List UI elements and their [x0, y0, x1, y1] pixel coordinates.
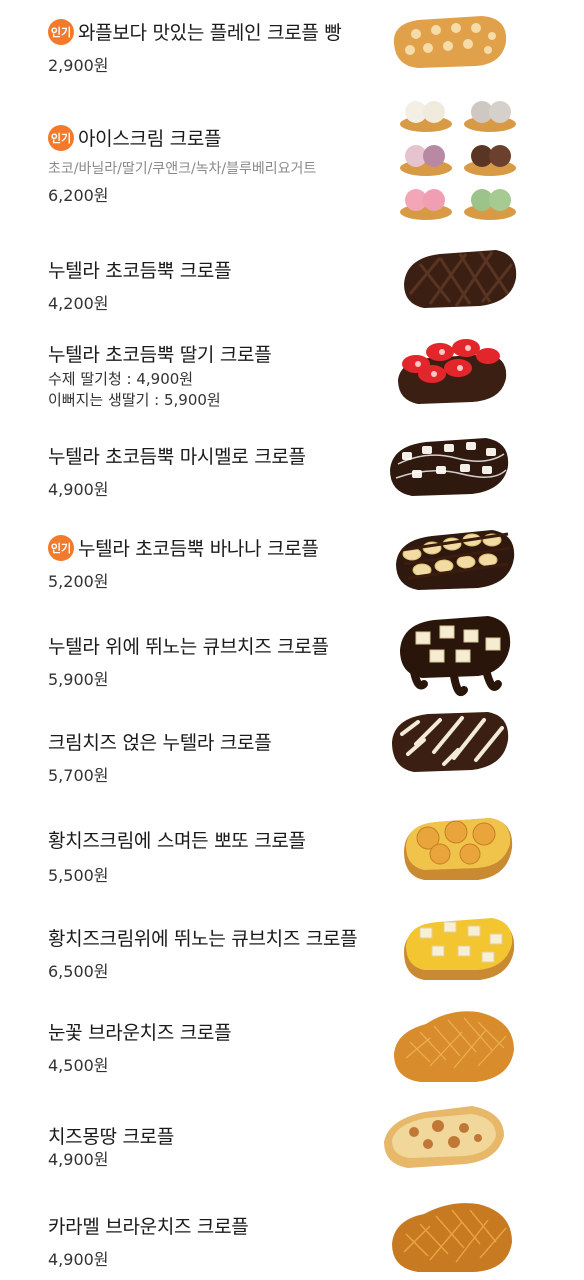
menu-item-price: 4,200원 — [48, 294, 109, 313]
cheese-croffle-image — [380, 1098, 510, 1174]
menu-item-name: 치즈몽땅 크로플 — [48, 1126, 175, 1148]
option-homemade-strawberry: 수제 딸기청 : 4,900원 — [48, 370, 194, 388]
popular-badge: 인기 — [48, 124, 74, 151]
flavor-options: 초코/바닐라/딸기/쿠앤크/녹차/블루베리요거트 — [48, 161, 317, 177]
menu-item-name: 와플보다 맛있는 플레인 크로플 빵 — [78, 22, 342, 44]
menu-item-price: 5,700원 — [48, 766, 109, 785]
option-fresh-strawberry: 이뻐지는 생딸기 : 5,900원 — [48, 391, 221, 409]
nutella-croffle-image — [400, 244, 520, 314]
menu-item-name: 황치즈크림위에 뛰노는 큐브치즈 크로플 — [48, 928, 358, 950]
menu-item-price: 5,200원 — [48, 572, 109, 591]
banana-croffle-image — [392, 520, 520, 596]
menu-item-name: 아이스크림 크로플 — [78, 128, 222, 150]
snow-browncheese-croffle-image — [390, 1002, 520, 1086]
menu-item-name: 눈꽃 브라운치즈 크로플 — [48, 1022, 232, 1044]
menu-item-name: 누텔라 초코듬뿍 바나나 크로플 — [78, 538, 319, 560]
strawberry-croffle-image — [392, 334, 512, 408]
cubecheese-croffle-image — [394, 610, 516, 702]
menu-item-price: 4,900원 — [48, 1250, 109, 1269]
menu-item-name: 누텔라 초코듬뿍 딸기 크로플 — [48, 344, 272, 366]
plain-croffle-image — [388, 10, 512, 72]
potto-croffle-image — [398, 808, 516, 886]
caramel-browncheese-croffle-image — [388, 1196, 518, 1276]
menu-item-name: 황치즈크림에 스며든 뽀또 크로플 — [48, 830, 306, 852]
menu-item-price: 4,900원 — [48, 480, 109, 499]
menu-item-name: 누텔라 위에 뛰노는 큐브치즈 크로플 — [48, 636, 329, 658]
creamcheese-croffle-image — [388, 706, 514, 780]
menu-item-name: 카라멜 브라운치즈 크로플 — [48, 1216, 249, 1238]
popular-badge: 인기 — [48, 18, 74, 45]
menu-item-price: 4,500원 — [48, 1056, 109, 1075]
menu-item-price: 6,500원 — [48, 962, 109, 981]
marshmallow-croffle-image — [386, 430, 514, 502]
yellowcheese-cube-croffle-image — [398, 908, 520, 986]
menu-item-price: 6,200원 — [48, 186, 109, 205]
menu-item-price: 5,500원 — [48, 866, 109, 885]
menu-item-name: 크림치즈 얹은 누텔라 크로플 — [48, 732, 272, 754]
menu-item-name: 누텔라 초코듬뿍 크로플 — [48, 260, 232, 282]
icecream-croffle-image — [396, 90, 528, 226]
popular-badge: 인기 — [48, 534, 74, 561]
menu-item-price: 2,900원 — [48, 56, 109, 75]
menu-item-name: 누텔라 초코듬뿍 마시멜로 크로플 — [48, 446, 306, 468]
menu-item-price: 4,900원 — [48, 1150, 109, 1169]
menu-item-price: 5,900원 — [48, 670, 109, 689]
